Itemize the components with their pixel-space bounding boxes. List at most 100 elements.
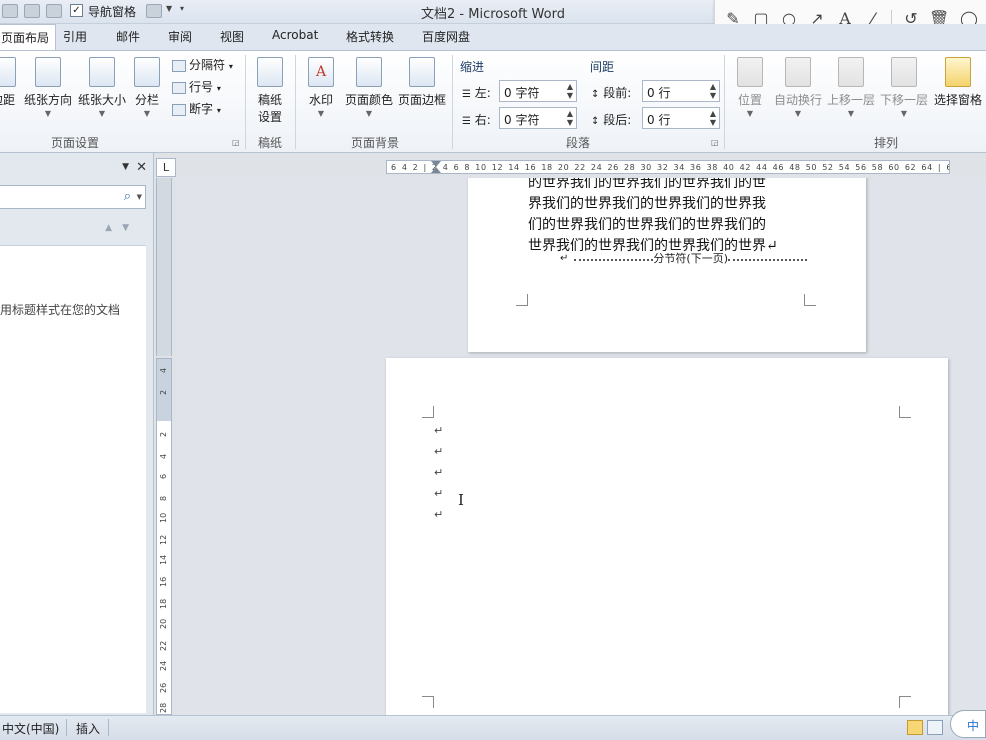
- close-icon[interactable]: ✕: [136, 160, 147, 175]
- vertical-ruler[interactable]: 4 2 2 4 6 8 10 12 14 16 18 20 22 24 26 28: [156, 358, 172, 715]
- indent-left-icon: ☰: [462, 89, 471, 100]
- vertical-ruler-tick: 26: [159, 682, 168, 693]
- chevron-down-icon: ▼: [900, 109, 908, 118]
- columns-icon: [134, 57, 160, 87]
- doc-text-line[interactable]: 的世界我们的世界我们的世界我们的世: [528, 178, 766, 192]
- spinner-arrows-icon[interactable]: ▲ ▼: [710, 109, 716, 127]
- position-icon: [737, 57, 763, 87]
- doc-text-line[interactable]: 们的世界我们的世界我们的世界我们的: [528, 214, 766, 234]
- wrap-text-icon: [785, 57, 811, 87]
- section-break-label: 分节符(下一页): [653, 252, 728, 265]
- wrap-text-button[interactable]: 自动换行 ▼: [772, 57, 824, 118]
- tab-view[interactable]: 视图: [220, 28, 244, 45]
- spacing-before-label: ↕ 段前:: [591, 84, 631, 101]
- indent-left-input[interactable]: 0 字符 ▲ ▼: [499, 80, 577, 102]
- spinner-arrows-icon[interactable]: ▲ ▼: [567, 82, 573, 100]
- nav-options-chevron-icon[interactable]: ▼: [122, 162, 129, 172]
- down-arrow-icon[interactable]: ▼: [122, 223, 139, 233]
- page-color-button[interactable]: 页面颜色 ▼: [343, 57, 395, 118]
- spacing-after-input[interactable]: 0 行 ▲ ▼: [642, 107, 720, 129]
- hyphenation-button[interactable]: 断字 ▾: [172, 100, 221, 117]
- language-indicator[interactable]: 中文(中国): [2, 720, 59, 737]
- chevron-down-icon: ▼: [143, 109, 151, 118]
- doc-text-line[interactable]: 界我们的世界我们的世界我们的世界我: [528, 193, 766, 213]
- search-icon[interactable]: ⌕: [124, 189, 131, 204]
- manuscript-label-1: 稿纸: [257, 93, 282, 107]
- page-setup-launcher-icon[interactable]: ◲: [232, 138, 240, 147]
- reading-view-button[interactable]: [927, 720, 943, 735]
- indent-right-input[interactable]: 0 字符 ▲ ▼: [499, 107, 577, 129]
- tab-page-layout[interactable]: 页面布局: [0, 24, 57, 51]
- watermark-button[interactable]: A 水印 ▼: [304, 57, 338, 118]
- spacing-after-value: 0 行: [647, 113, 671, 127]
- line-numbers-label: 行号: [189, 80, 214, 94]
- para-mark: ↵: [560, 252, 569, 264]
- insert-mode-indicator[interactable]: 插入: [76, 720, 100, 737]
- page-color-label: 页面颜色: [344, 93, 393, 107]
- send-backward-icon: [891, 57, 917, 87]
- para-mark[interactable]: ↵: [434, 487, 443, 500]
- vertical-ruler-tick: 2: [159, 431, 168, 437]
- status-divider: [66, 719, 67, 736]
- line-numbers-button[interactable]: 行号 ▾: [172, 78, 221, 95]
- para-mark[interactable]: ↵: [434, 466, 443, 479]
- nav-results-panel: 用标题样式在您的文档: [0, 245, 146, 713]
- document-area[interactable]: 的世界我们的世界我们的世界我们的世 界我们的世界我们的世界我们的世界我 们的世界…: [176, 178, 986, 715]
- bring-forward-label: 上移一层: [826, 93, 875, 107]
- bring-forward-button[interactable]: 上移一层 ▼: [825, 57, 877, 118]
- size-button[interactable]: 纸张大小 ▼: [76, 57, 128, 118]
- line-numbers-icon: [172, 81, 186, 94]
- hanging-indent-marker[interactable]: [431, 167, 441, 173]
- selection-pane-button[interactable]: 选择窗格: [932, 57, 984, 108]
- page-1[interactable]: 的世界我们的世界我们的世界我们的世 界我们的世界我们的世界我们的世界我 们的世界…: [468, 178, 866, 352]
- indent-title: 缩进: [460, 60, 485, 74]
- vertical-ruler-tick: 22: [159, 640, 168, 651]
- margins-button[interactable]: 边距: [0, 57, 18, 108]
- vertical-ruler-tick: 2: [159, 389, 168, 395]
- tab-selector-button[interactable]: L: [156, 158, 176, 177]
- nav-prev-next-arrows[interactable]: ▲▼: [105, 223, 139, 233]
- spinner-arrows-icon[interactable]: ▲ ▼: [710, 82, 716, 100]
- breaks-button[interactable]: 分隔符 ▾: [172, 56, 233, 73]
- spacing-after-icon: ↕: [591, 116, 600, 127]
- text-cursor-icon: I: [458, 491, 464, 509]
- hyphenation-icon: [172, 103, 186, 116]
- indent-right-icon: ☰: [462, 116, 471, 127]
- vertical-ruler-tick: 8: [159, 495, 168, 501]
- vertical-ruler-tick: 14: [159, 554, 168, 565]
- para-mark[interactable]: ↵: [434, 445, 443, 458]
- tab-review[interactable]: 审阅: [168, 28, 192, 45]
- page-2[interactable]: ↵ ↵ ↵ ↵ ↵ I: [386, 358, 948, 715]
- paragraph-launcher-icon[interactable]: ◲: [711, 138, 719, 147]
- columns-button[interactable]: 分栏 ▼: [132, 57, 162, 118]
- para-mark[interactable]: ↵: [434, 424, 443, 437]
- indent-left-label: ☰ 左:: [462, 84, 491, 101]
- para-mark[interactable]: ↵: [434, 508, 443, 521]
- position-button[interactable]: 位置 ▼: [732, 57, 768, 118]
- spacing-before-input[interactable]: 0 行 ▲ ▼: [642, 80, 720, 102]
- spinner-arrows-icon[interactable]: ▲ ▼: [567, 109, 573, 127]
- hyphenation-label: 断字: [189, 102, 214, 116]
- horizontal-ruler[interactable]: 6 4 2 | 2 4 6 8 10 12 14 16 18 20 22 24 …: [386, 160, 950, 174]
- orientation-icon: [35, 57, 61, 87]
- tab-mailings[interactable]: 邮件: [116, 28, 140, 45]
- ime-indicator[interactable]: 中: [950, 710, 986, 738]
- tab-references[interactable]: 引用: [63, 28, 87, 45]
- up-arrow-icon[interactable]: ▲: [105, 223, 122, 233]
- page-borders-button[interactable]: 页面边框: [396, 57, 448, 108]
- vertical-ruler-tick: 10: [159, 512, 168, 523]
- orientation-button[interactable]: 纸张方向 ▼: [22, 57, 74, 118]
- spacing-title: 间距: [590, 60, 615, 74]
- section-break[interactable]: ↵ 分节符(下一页): [560, 250, 808, 266]
- tab-baidu-netdisk[interactable]: 百度网盘: [422, 28, 470, 45]
- print-layout-view-button[interactable]: [907, 720, 923, 735]
- nav-search-input[interactable]: ⌕ ▼: [0, 185, 146, 209]
- nav-hint-text: 用标题样式在您的文档: [0, 303, 121, 317]
- send-backward-button[interactable]: 下移一层 ▼: [878, 57, 930, 118]
- chevron-down-icon[interactable]: ▼: [137, 193, 142, 201]
- manuscript-settings-button[interactable]: 稿纸 设置: [252, 57, 288, 125]
- margins-icon: [0, 57, 16, 87]
- tab-format-conversion[interactable]: 格式转换: [346, 28, 394, 45]
- page-borders-icon: [409, 57, 435, 87]
- tab-acrobat[interactable]: Acrobat: [272, 28, 318, 42]
